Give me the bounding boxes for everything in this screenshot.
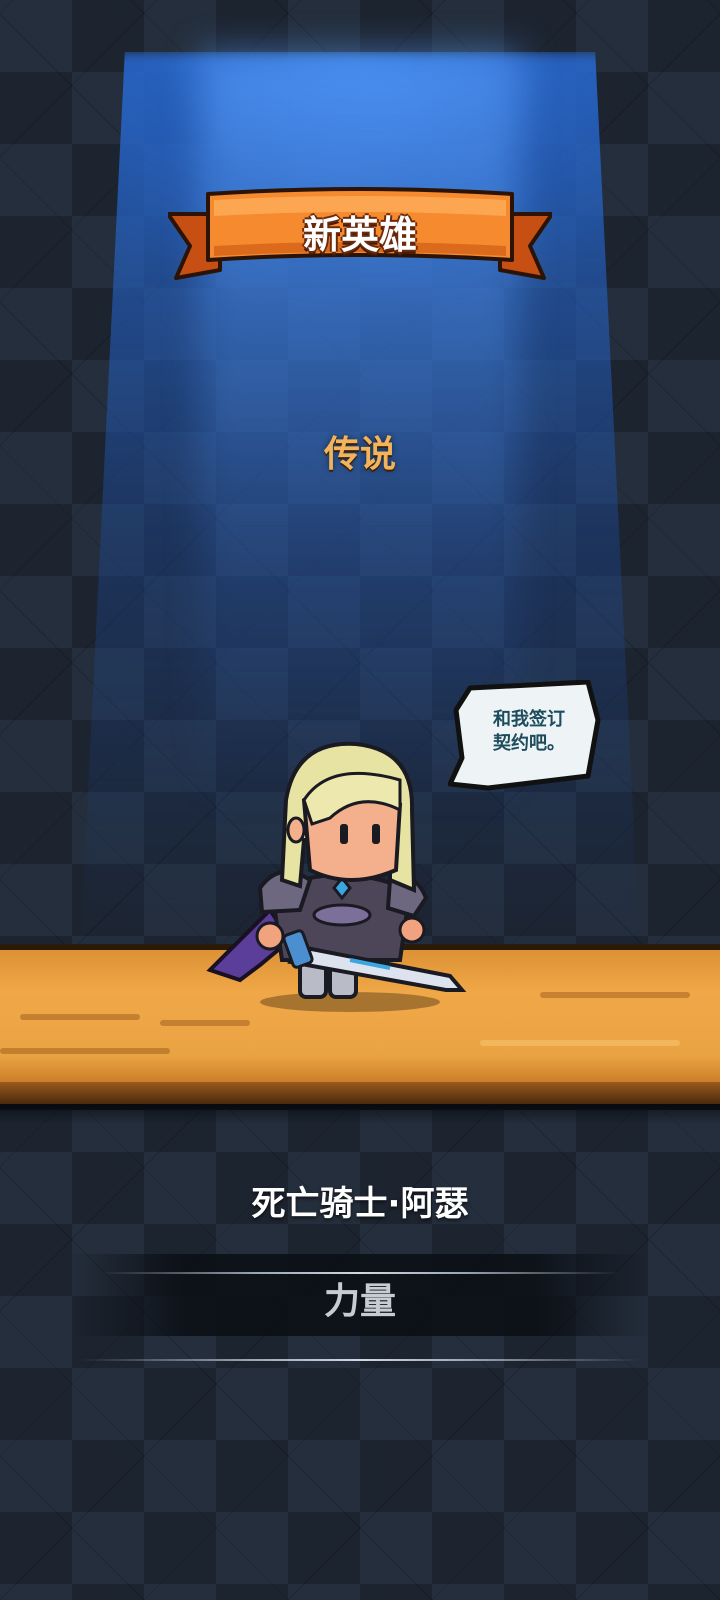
floor-streak <box>20 1014 140 1020</box>
floor-highlight <box>480 1040 680 1046</box>
attribute-divider-bottom <box>80 1359 640 1361</box>
speech-bubble: 和我签订 契约吧。 <box>447 679 608 792</box>
title-ribbon: 新英雄 <box>166 186 554 296</box>
hero-character[interactable] <box>200 740 480 1030</box>
hero-attribute: 力量 <box>323 1281 396 1322</box>
floor-front <box>0 1082 720 1104</box>
hero-name: 死亡骑士·阿瑟 <box>251 1184 469 1224</box>
floor-streak <box>540 992 690 998</box>
floor-shadow <box>0 1104 720 1124</box>
floor-streak <box>0 1048 170 1054</box>
title-text: 新英雄 <box>302 213 417 257</box>
speech-text: 和我签订 契约吧。 <box>470 708 588 756</box>
speech-line-1: 和我签订 <box>493 709 565 730</box>
rarity-label: 传说 <box>323 434 396 475</box>
speech-line-2: 契约吧。 <box>493 733 565 754</box>
hero-sprite <box>206 741 467 1012</box>
